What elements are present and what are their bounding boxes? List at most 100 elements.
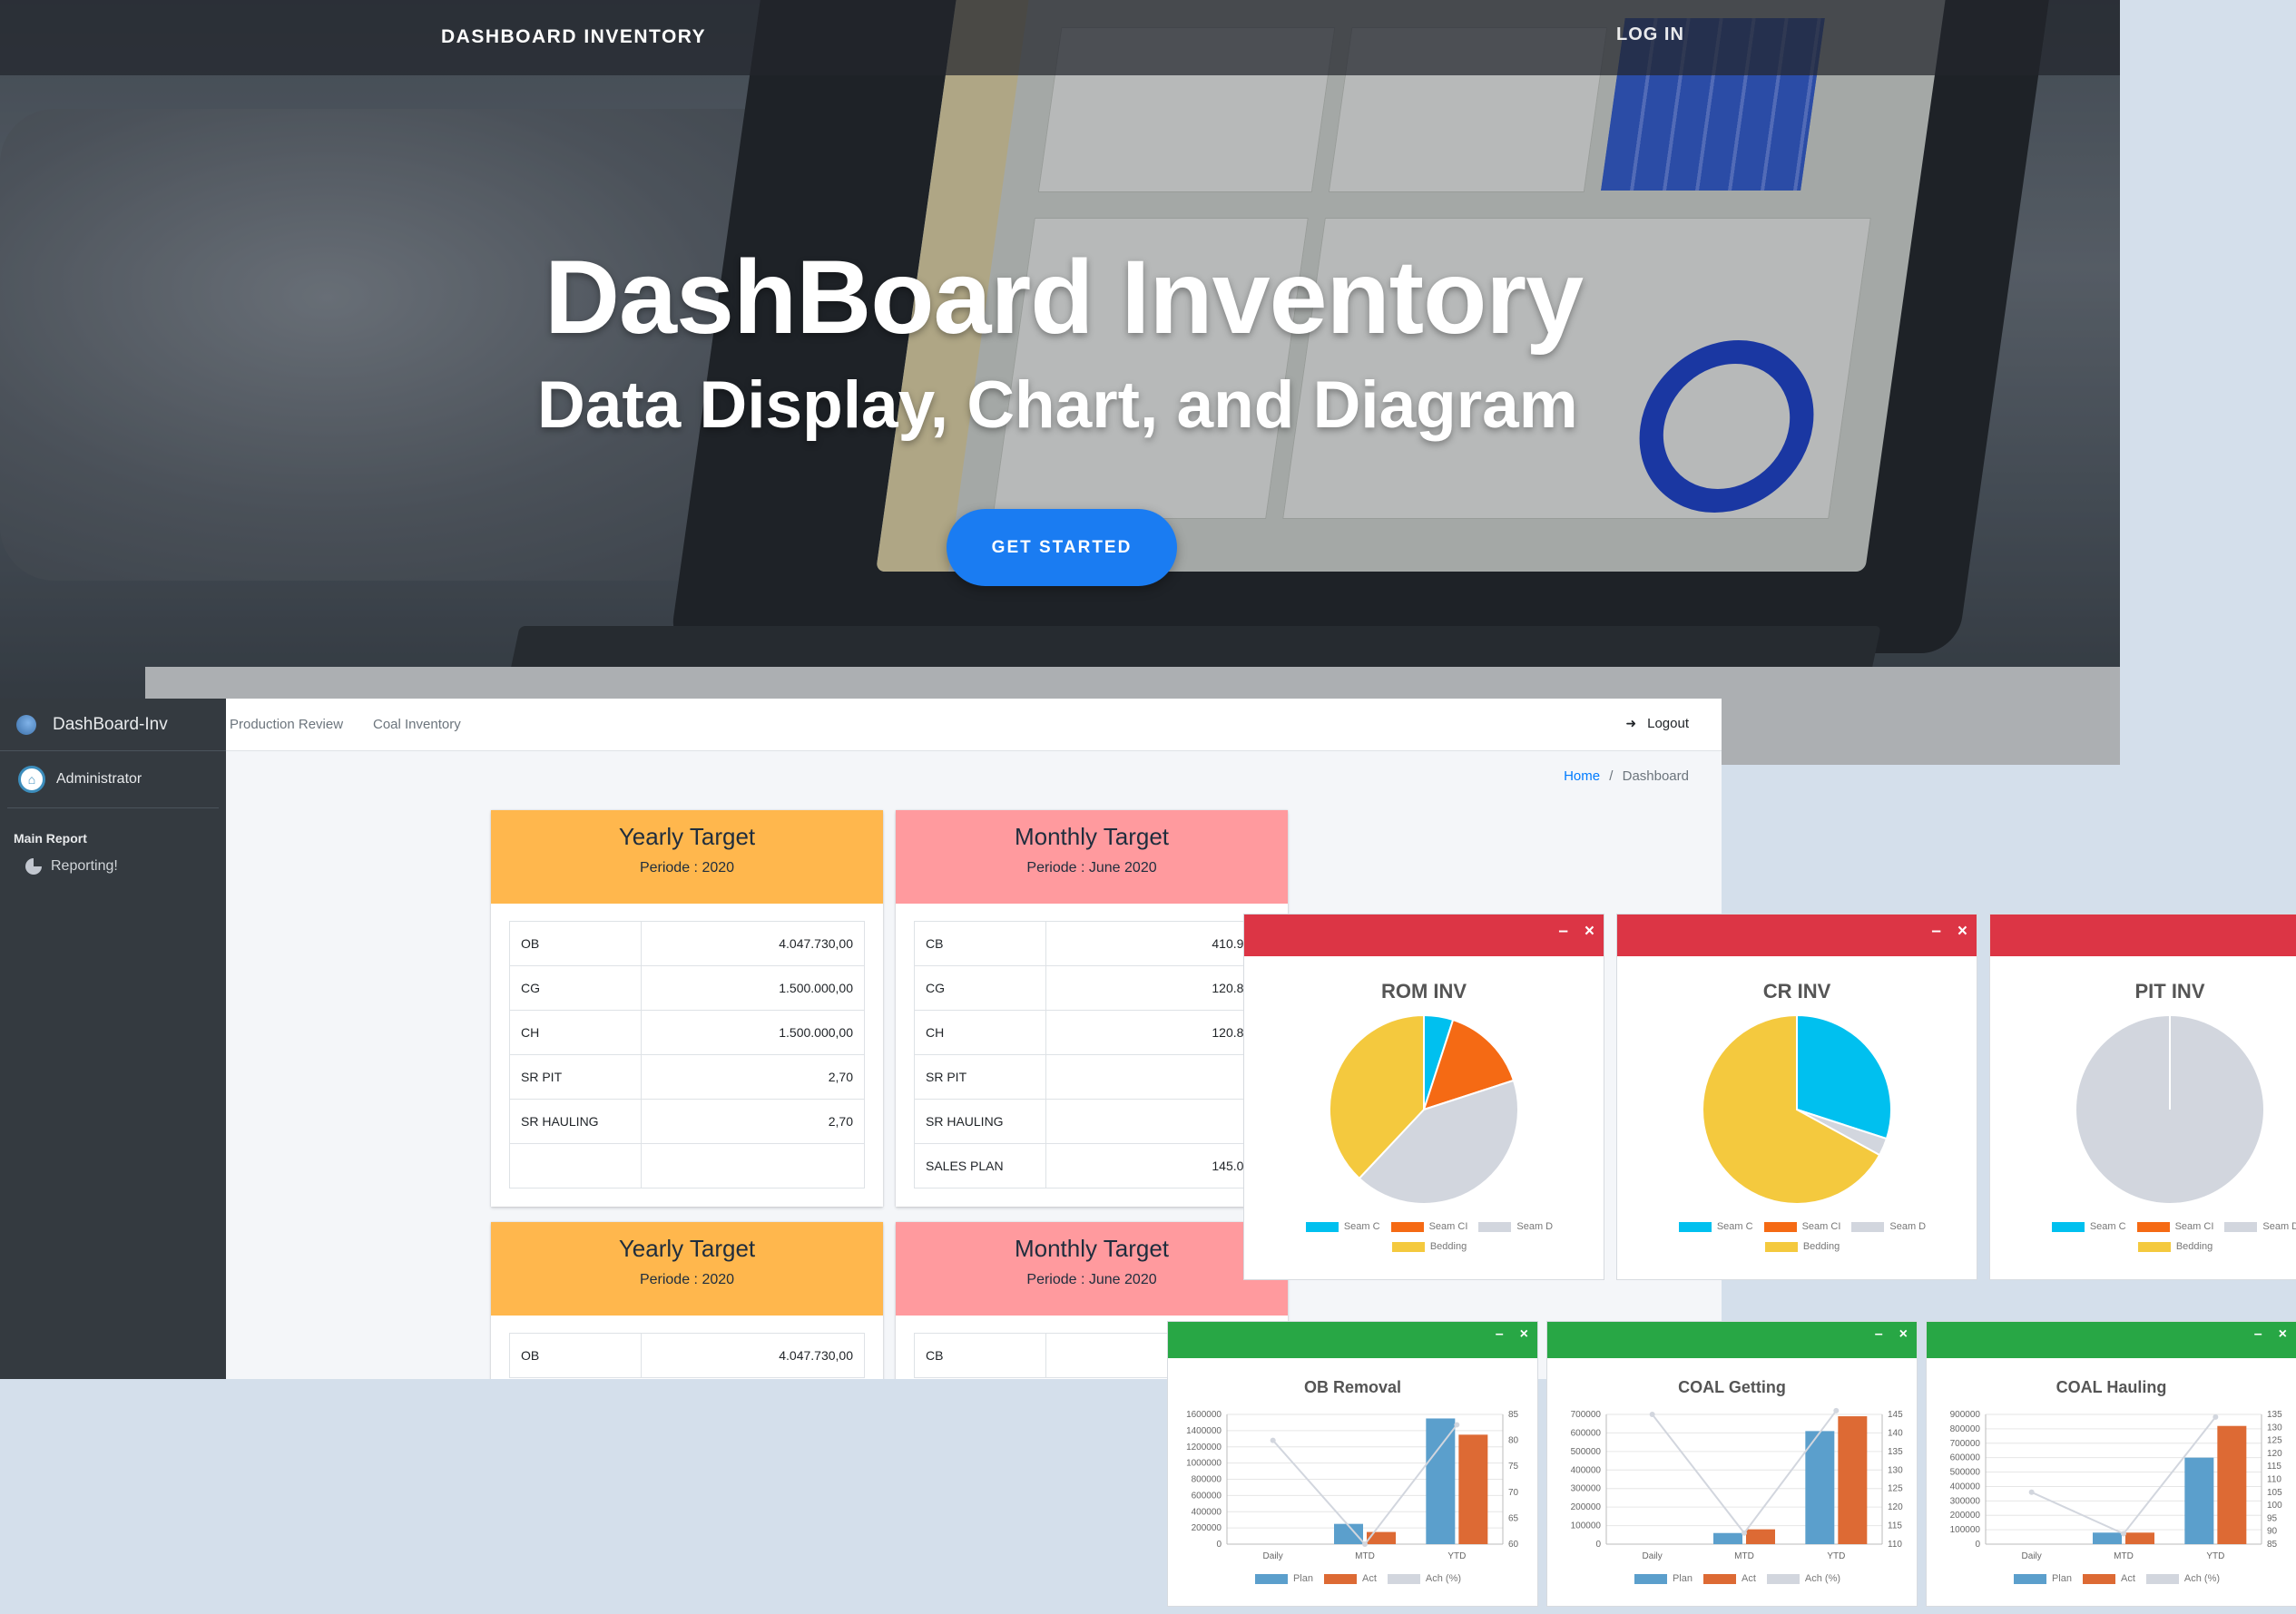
close-icon[interactable]: × bbox=[1585, 922, 1594, 941]
legend-swatch[interactable] bbox=[1387, 1573, 1420, 1584]
breadcrumb-home[interactable]: Home bbox=[1564, 768, 1600, 784]
y-tick-label: 700000 bbox=[1950, 1439, 1981, 1449]
y-tick-label: 800000 bbox=[1192, 1475, 1222, 1485]
login-link[interactable]: LOG IN bbox=[1616, 24, 1684, 45]
legend-swatch[interactable] bbox=[2083, 1573, 2115, 1584]
minimize-icon[interactable]: – bbox=[2254, 1326, 2262, 1342]
legend-swatch[interactable] bbox=[1678, 1221, 1712, 1232]
legend-swatch[interactable] bbox=[1478, 1221, 1512, 1232]
pie-chart bbox=[1702, 1014, 1892, 1205]
table-cell-label: SR PIT bbox=[509, 1054, 642, 1100]
target-card-header: Monthly Target Periode : June 2020 bbox=[896, 810, 1288, 904]
x-tick-label: MTD bbox=[1355, 1551, 1375, 1561]
legend-swatch[interactable] bbox=[2051, 1221, 2085, 1232]
legend-label: Plan bbox=[1672, 1573, 1693, 1584]
y-tick-label: 600000 bbox=[1571, 1428, 1602, 1438]
close-icon[interactable]: × bbox=[1899, 1326, 1908, 1342]
target-card-title: Monthly Target bbox=[1014, 1235, 1170, 1262]
close-icon[interactable]: × bbox=[2279, 1326, 2287, 1342]
bar bbox=[2093, 1532, 2122, 1544]
x-tick-label: YTD bbox=[1827, 1551, 1845, 1561]
bar bbox=[1805, 1431, 1835, 1544]
chart-card-header: –× bbox=[1168, 1322, 1537, 1358]
y-tick-label: 500000 bbox=[1571, 1447, 1602, 1457]
table-row: CG 1.500.000,00 bbox=[509, 965, 866, 1011]
minimize-icon[interactable]: – bbox=[1875, 1326, 1883, 1342]
hero-subtitle: Data Display, Chart, and Diagram bbox=[537, 368, 1578, 442]
legend-swatch[interactable] bbox=[1324, 1573, 1357, 1584]
chart-title: COAL Hauling bbox=[2056, 1378, 2167, 1396]
x-tick-label: Daily bbox=[1263, 1551, 1283, 1561]
legend-swatch[interactable] bbox=[2224, 1221, 2258, 1232]
target-card: Yearly Target Periode : 2020 OB 4.047.730,0… bbox=[491, 1222, 883, 1379]
legend-label: Seam CI bbox=[2174, 1221, 2214, 1232]
chart-card: – × ROM INV Seam C Seam CI Seam D Bedding bbox=[1243, 914, 1604, 1280]
chart-card-header: –× bbox=[1244, 915, 1604, 956]
x-tick-label: Daily bbox=[2022, 1551, 2042, 1561]
target-card-header: Yearly Target Periode : 2020 bbox=[491, 810, 883, 904]
pie-chart bbox=[1329, 1014, 1519, 1205]
y2-tick-label: 130 bbox=[2267, 1423, 2282, 1433]
legend-swatch[interactable] bbox=[1851, 1221, 1885, 1232]
legend-swatch[interactable] bbox=[1305, 1221, 1339, 1232]
chart-card: – × COAL Getting 0 100000 200000 300000 400000 5… bbox=[1546, 1321, 1918, 1607]
minimize-icon[interactable]: – bbox=[1558, 922, 1568, 941]
bar bbox=[2184, 1457, 2214, 1544]
legend-label: Ach (%) bbox=[2183, 1573, 2221, 1584]
sidebar-user-name: Administrator bbox=[56, 771, 142, 787]
nav-production-review[interactable]: Production Review bbox=[230, 717, 343, 732]
legend-swatch[interactable] bbox=[2137, 1241, 2171, 1252]
sidebar-brand[interactable]: DashBoard-Inv bbox=[0, 699, 226, 751]
table-cell-value bbox=[640, 1143, 866, 1188]
y2-tick-label: 70 bbox=[1508, 1488, 1519, 1498]
sidebar-user[interactable]: ⌂ Administrator bbox=[7, 751, 219, 808]
ach-point bbox=[1454, 1422, 1460, 1428]
y-tick-label: 400000 bbox=[1192, 1507, 1222, 1517]
navbar-brand[interactable]: DASHBOARD INVENTORY bbox=[441, 26, 706, 48]
legend-swatch[interactable] bbox=[1254, 1573, 1288, 1584]
target-card-period: Periode : June 2020 bbox=[1026, 860, 1157, 875]
home-icon: ⌂ bbox=[18, 766, 45, 793]
logout-button[interactable]: ➜ Logout bbox=[1625, 716, 1689, 731]
sidebar-brand-label: DashBoard-Inv bbox=[53, 714, 168, 734]
legend-swatch[interactable] bbox=[1634, 1573, 1667, 1584]
close-icon[interactable]: × bbox=[1957, 922, 1967, 941]
legend-swatch[interactable] bbox=[1764, 1241, 1798, 1252]
x-tick-label: MTD bbox=[1734, 1551, 1754, 1561]
minimize-icon[interactable]: – bbox=[1496, 1326, 1504, 1342]
get-started-button[interactable]: GET STARTED bbox=[947, 509, 1177, 586]
y2-tick-label: 115 bbox=[2267, 1462, 2281, 1472]
legend-swatch[interactable] bbox=[1391, 1241, 1425, 1252]
table-row: SR PIT3 bbox=[914, 1054, 1271, 1100]
target-table: OB 4.047.730,00 bbox=[509, 1333, 866, 1378]
nav-coal-inventory[interactable]: Coal Inventory bbox=[373, 717, 461, 732]
legend-label: Act bbox=[1742, 1573, 1756, 1584]
legend-swatch[interactable] bbox=[1763, 1221, 1797, 1232]
minimize-icon[interactable]: – bbox=[1931, 922, 1941, 941]
close-icon[interactable]: × bbox=[1520, 1326, 1528, 1342]
bar-chart: 0 100000 200000 300000 400000 500000 600000 700… bbox=[1571, 1407, 1903, 1561]
table-cell-label: SR HAULING bbox=[914, 1099, 1046, 1144]
legend-swatch[interactable] bbox=[1390, 1221, 1424, 1232]
legend-swatch[interactable] bbox=[1766, 1573, 1800, 1584]
legend-label: Act bbox=[1362, 1573, 1377, 1584]
bar bbox=[1746, 1529, 1775, 1544]
table-cell-value: 3 bbox=[1045, 1054, 1271, 1100]
table-cell-value: 3 bbox=[1045, 1099, 1271, 1144]
legend-label: Bedding bbox=[1429, 1241, 1467, 1252]
y-tick-label: 400000 bbox=[1571, 1465, 1602, 1475]
legend-swatch[interactable] bbox=[2145, 1573, 2179, 1584]
sidebar-item-reporting[interactable]: Reporting! bbox=[0, 846, 226, 875]
table-cell-value: 2,70 bbox=[640, 1054, 866, 1100]
legend-swatch[interactable] bbox=[2136, 1221, 2170, 1232]
chart-legend: Plan Act Ach (%) bbox=[1927, 1569, 2296, 1589]
bar-chart: 0 100000 200000 300000 400000 500000 600000 700… bbox=[1950, 1410, 2282, 1561]
legend-swatch[interactable] bbox=[1703, 1573, 1736, 1584]
table-cell-label: CG bbox=[509, 965, 642, 1011]
chart-card-header: –× bbox=[1927, 1322, 2296, 1358]
hero-title: DashBoard Inventory bbox=[545, 240, 1584, 356]
legend-swatch[interactable] bbox=[2013, 1573, 2046, 1584]
y-tick-label: 700000 bbox=[1571, 1410, 1602, 1420]
y-tick-label: 0 bbox=[1975, 1540, 1980, 1550]
table-cell-label: SR HAULING bbox=[509, 1099, 642, 1144]
